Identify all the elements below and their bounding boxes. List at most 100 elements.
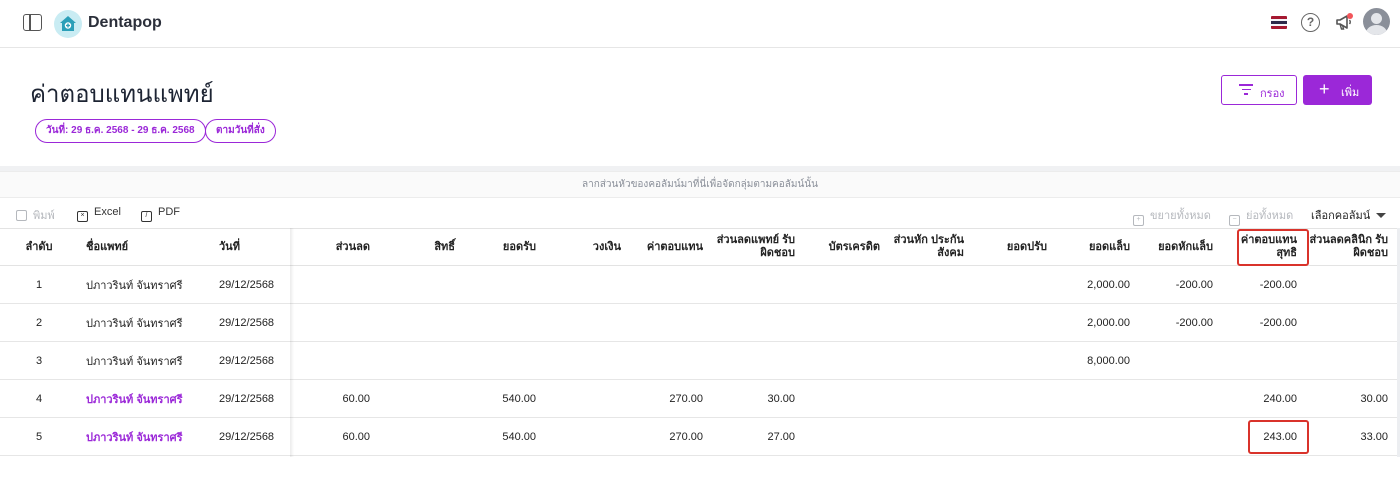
- help-icon[interactable]: ?: [1301, 13, 1320, 32]
- cell-received: [460, 304, 536, 341]
- plus-icon: +: [1319, 79, 1330, 99]
- table-row[interactable]: 2 ปภาวรินท์ จันทราศรี 29/12/2568 2,000.0…: [0, 304, 1400, 342]
- cell-seq: 4: [35, 392, 43, 405]
- page-title: ค่าตอบแทนแพทย์: [30, 81, 214, 108]
- cell-rights: [375, 342, 455, 379]
- table-row[interactable]: 3 ปภาวรินท์ จันทราศรี 29/12/2568 8,000.0…: [0, 342, 1400, 380]
- cell-lab-deduction: -200.00: [1175, 316, 1213, 329]
- cell-net-fee: 240.00: [1263, 392, 1297, 405]
- col-header-seq[interactable]: ลำดับ: [0, 229, 78, 265]
- col-header-doctor-discount[interactable]: ส่วนลดแพทย์ รับผิดชอบ: [708, 229, 795, 265]
- cell-fee: 270.00: [669, 392, 703, 405]
- user-avatar[interactable]: [1363, 8, 1390, 35]
- cell-lab: 2,000.00: [1087, 278, 1130, 291]
- date-range-chip[interactable]: วันที่: 29 ธ.ค. 2568 - 29 ธ.ค. 2568: [35, 119, 206, 143]
- cell-lab-deduction: [1135, 342, 1213, 379]
- cell-adjustment: [969, 342, 1047, 379]
- cell-lab: 8,000.00: [1087, 354, 1130, 367]
- notification-dot: [1347, 13, 1353, 19]
- thai-flag-icon[interactable]: [1271, 16, 1287, 29]
- col-header-discount[interactable]: ส่วนลด: [292, 229, 370, 265]
- cell-credit-limit: [541, 342, 621, 379]
- export-pdf-button[interactable]: / PDF: [141, 206, 180, 222]
- col-header-credit-card[interactable]: บัตรเครดิต: [800, 229, 880, 265]
- cell-doctor-name-link[interactable]: ปภาวรินท์ จันทราศรี: [86, 380, 206, 417]
- print-button[interactable]: พิมพ์: [16, 206, 55, 224]
- cell-lab-deduction: -200.00: [1175, 278, 1213, 291]
- cell-discount: [292, 304, 370, 341]
- cell-credit-limit: [541, 418, 621, 455]
- filter-button-label: กรอง: [1260, 88, 1285, 100]
- collapse-all-button[interactable]: − ย่อทั้งหมด: [1229, 206, 1293, 226]
- collapse-icon: −: [1229, 215, 1240, 226]
- filter-icon: [1239, 84, 1253, 96]
- grid-toolbar: พิมพ์ × Excel / PDF + ขยายทั้งหมด − ย่อทั้งห…: [0, 198, 1400, 228]
- flag-stripe: [1271, 26, 1287, 29]
- group-by-panel[interactable]: ลากส่วนหัวของคอลัมน์มาที่นี่เพื่อจัดกลุ่…: [0, 171, 1400, 198]
- col-header-received[interactable]: ยอดรับ: [460, 229, 536, 265]
- col-header-clinic-discount[interactable]: ส่วนลดคลินิก รับผิดชอบ: [1302, 229, 1388, 265]
- cell-discount: 60.00: [342, 430, 370, 443]
- expand-all-label: ขยายทั้งหมด: [1150, 210, 1211, 222]
- cell-credit-limit: [541, 266, 621, 303]
- cell-received: [460, 342, 536, 379]
- col-header-credit-limit[interactable]: วงเงิน: [541, 229, 621, 265]
- expand-all-button[interactable]: + ขยายทั้งหมด: [1133, 206, 1211, 226]
- order-type-chip[interactable]: ตามวันที่สั่ง: [205, 119, 276, 143]
- cell-seq: 2: [35, 316, 43, 329]
- cell-lab-deduction: [1135, 380, 1213, 417]
- cell-lab-deduction: [1135, 418, 1213, 455]
- table-row[interactable]: 5 ปภาวรินท์ จันทราศรี 29/12/2568 60.00 5…: [0, 418, 1400, 456]
- dentapop-logo-icon[interactable]: [54, 10, 82, 38]
- filter-button[interactable]: กรอง: [1221, 75, 1297, 105]
- cell-adjustment: [969, 304, 1047, 341]
- col-header-doctor[interactable]: ชื่อแพทย์: [86, 229, 206, 265]
- col-header-lab-deduction[interactable]: ยอดหักแล็บ: [1135, 229, 1213, 265]
- col-header-fee[interactable]: ค่าตอบแทน: [626, 229, 703, 265]
- cell-discount: [292, 342, 370, 379]
- table-row[interactable]: 4 ปภาวรินท์ จันทราศรี 29/12/2568 60.00 5…: [0, 380, 1400, 418]
- cell-rights: [375, 266, 455, 303]
- cell-doctor-discount: 30.00: [767, 392, 795, 405]
- cell-doctor-name: ปภาวรินท์ จันทราศรี: [86, 355, 183, 368]
- cell-doctor-discount: [708, 266, 795, 303]
- col-header-date[interactable]: วันที่: [219, 229, 289, 265]
- cell-rights: [375, 380, 455, 417]
- excel-label: Excel: [94, 206, 121, 218]
- cell-date: 29/12/2568: [219, 316, 275, 329]
- cell-adjustment: [969, 418, 1047, 455]
- table-row[interactable]: 1 ปภาวรินท์ จันทราศรี 29/12/2568 2,000.0…: [0, 266, 1400, 304]
- col-header-rights[interactable]: สิทธิ์: [375, 229, 455, 265]
- cell-doctor-name-link[interactable]: ปภาวรินท์ จันทราศรี: [86, 418, 206, 455]
- cell-clinic-discount: [1302, 304, 1388, 341]
- column-chooser-dropdown[interactable]: เลือกคอลัมน์: [1311, 206, 1387, 224]
- expand-icon: +: [1133, 215, 1144, 226]
- add-button[interactable]: + เพิ่ม: [1303, 75, 1372, 105]
- col-header-adjustment[interactable]: ยอดปรับ: [969, 229, 1047, 265]
- cell-credit-limit: [541, 304, 621, 341]
- cell-adjustment: [969, 380, 1047, 417]
- sidebar-toggle-icon[interactable]: [23, 14, 42, 31]
- col-header-lab[interactable]: ยอดแล็บ: [1052, 229, 1130, 265]
- avatar-body: [1366, 25, 1387, 35]
- brand-name[interactable]: Dentapop: [88, 14, 162, 32]
- cell-doctor-discount: [708, 304, 795, 341]
- cell-doctor-discount: [708, 342, 795, 379]
- cell-rights: [375, 418, 455, 455]
- col-header-social-security[interactable]: ส่วนหัก ประกันสังคม: [885, 229, 964, 265]
- cell-net-fee: -200.00: [1259, 316, 1297, 329]
- cell-fee: [626, 342, 703, 379]
- cell-date: 29/12/2568: [219, 430, 275, 443]
- cell-received: 540.00: [502, 430, 536, 443]
- cell-discount: [292, 266, 370, 303]
- cell-social-security: [885, 380, 964, 417]
- cell-date: 29/12/2568: [219, 354, 275, 367]
- highlight-net-fee-cell: [1248, 420, 1309, 454]
- cell-net-fee: -200.00: [1259, 278, 1297, 291]
- cell-discount: 60.00: [342, 392, 370, 405]
- export-excel-button[interactable]: × Excel: [77, 206, 121, 222]
- cell-rights: [375, 304, 455, 341]
- cell-adjustment: [969, 266, 1047, 303]
- cell-doctor-name: ปภาวรินท์ จันทราศรี: [86, 279, 183, 292]
- cell-credit-card: [800, 342, 880, 379]
